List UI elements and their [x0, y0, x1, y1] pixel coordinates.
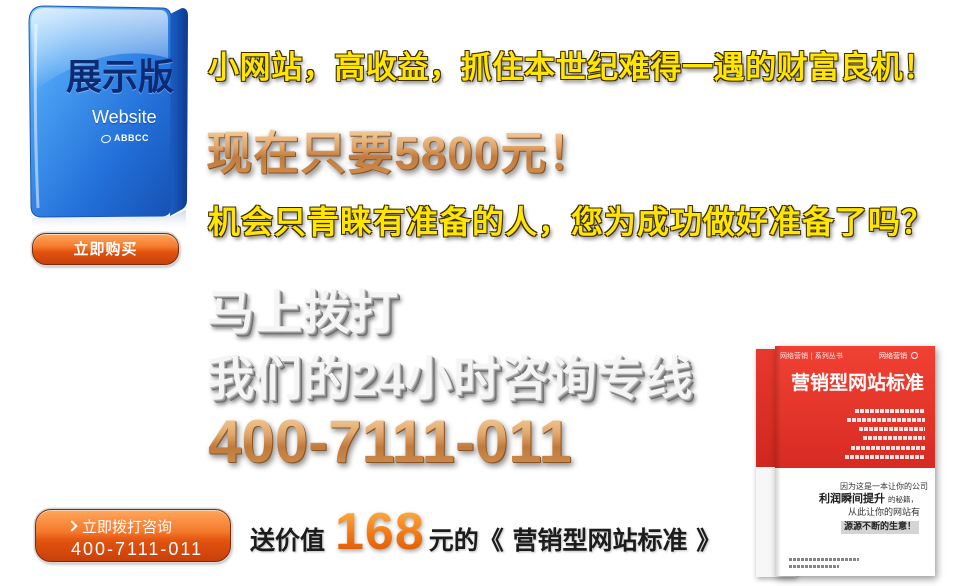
book-brand-label: 网络营销 — [879, 352, 907, 360]
book-blurb-line4: 源源不断的生意！ — [841, 521, 920, 534]
product-box-brand: ABBCC — [114, 133, 149, 143]
gift-value: 168 — [335, 503, 425, 561]
gift-prefix: 送价值 — [250, 526, 326, 555]
product-box-title: 展示版 — [66, 57, 175, 98]
buy-now-button[interactable]: 立即购买 — [32, 233, 179, 265]
call-now-text: 马上拨打 — [207, 286, 399, 339]
book-blurb-line3: 从此让你的网站有 — [848, 508, 921, 518]
book-series-label: 网络营销 | 系列丛书 — [780, 352, 843, 360]
book-cover-text-line — [855, 409, 925, 413]
book-cover-text-line — [845, 455, 925, 459]
price-line: 现在只要5800元！ — [206, 126, 598, 180]
book-front-cover: 网络营销 | 系列丛书 网络营销 营销型网站标准 因为这是一本让你的公司 利润瞬… — [775, 346, 935, 576]
book-footer-text-line — [789, 565, 839, 568]
book-cover-text-line — [851, 446, 925, 450]
gift-offer: 送价值 168 元的《 营销型网站标准 》 — [250, 506, 721, 558]
book-image: 网络营销 | 系列丛书 网络营销 营销型网站标准 因为这是一本让你的公司 利润瞬… — [752, 340, 942, 582]
book-blurb-line1: 因为这是一本让你的公司 — [840, 482, 928, 491]
call-button-label: 立即拨打咨询 — [82, 518, 173, 536]
circle-icon — [911, 352, 918, 359]
hotline-caption: 我们的24小时咨询专线 — [207, 352, 694, 405]
book-spine-shade — [775, 346, 781, 576]
book-blurb-highlight: 利润瞬间提升 — [819, 492, 885, 505]
book-title: 营销型网站标准 — [791, 372, 925, 394]
chevron-right-icon — [66, 520, 78, 532]
hotline-number: 400-7111-011 — [208, 410, 576, 474]
book-blurb-line2: 利润瞬间提升 的秘籍， — [819, 493, 918, 504]
call-consult-button[interactable]: 立即拨打咨询 400-7111-011 — [35, 509, 231, 562]
tagline: 机会只青睐有准备的人，您为成功做好准备了吗？ — [208, 203, 935, 241]
headline: 小网站，高收益，抓住本世纪难得一遇的财富良机！ — [208, 50, 935, 86]
book-cover-red-area: 网络营销 | 系列丛书 网络营销 营销型网站标准 — [775, 346, 935, 468]
call-button-phone: 400-7111-011 — [71, 539, 204, 559]
book-cover-text-line — [859, 427, 925, 431]
product-box-subtitle: Website — [92, 107, 157, 127]
book-footer-text-line — [789, 558, 859, 561]
gift-suffix: 元的《 营销型网站标准 》 — [428, 526, 722, 555]
box-side-face — [170, 8, 188, 216]
call-button-label-row: 立即拨打咨询 — [66, 518, 173, 536]
book-blurb-line2-end: 的秘籍， — [888, 495, 918, 504]
book-cover-text-line — [847, 418, 925, 422]
book-cover-text-line — [863, 436, 925, 440]
